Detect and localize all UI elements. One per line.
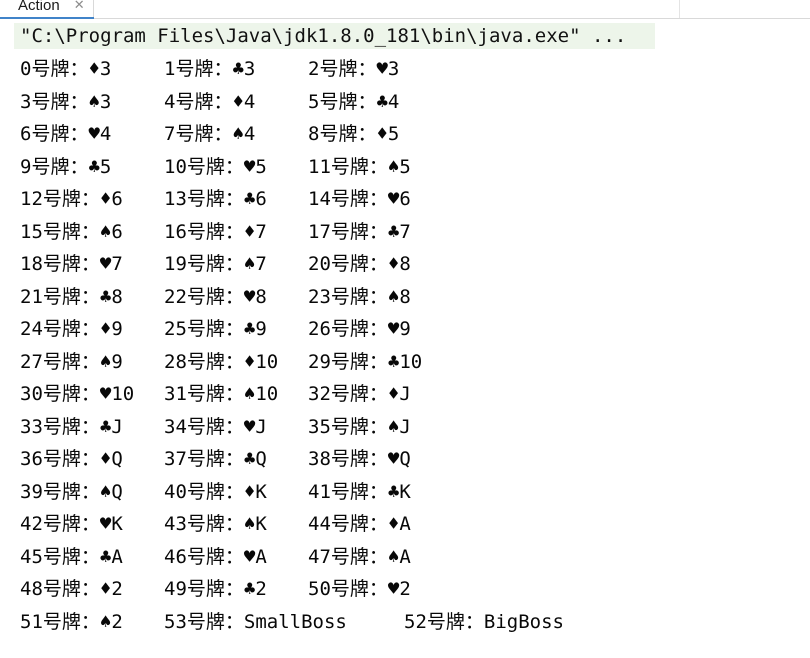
output-row: 27号牌：♠9 28号牌：♦10 29号牌：♣10 [20,349,810,382]
card-entry: 28号牌：♦10 [164,350,279,373]
card-entry: 43号牌：♠K [164,513,267,535]
card-entry: 32号牌：♦J [308,383,411,405]
card-entry: 40号牌：♦K [164,480,267,503]
card-entry: 51号牌：♠2 [20,610,123,633]
card-entry: 14号牌：♥6 [308,188,411,210]
output-lines: 0号牌：♦3 1号牌：♣3 2号牌：♥3 3号牌：♠3 4号牌：♦4 5号牌：♣4 6号牌：… [20,56,810,641]
card-entry: 44号牌：♦A [308,513,411,535]
card-entry: 53号牌：SmallBoss [164,610,347,633]
output-row: 42号牌：♥K 43号牌：♠K 44号牌：♦A [20,511,810,544]
card-entry: 35号牌：♠J [308,415,411,438]
card-entry: 6号牌：♥4 [20,123,112,145]
card-entry: 25号牌：♣9 [164,318,267,340]
card-entry: 34号牌：♥J [164,415,267,438]
card-entry: 15号牌：♠6 [20,220,123,243]
card-entry: 27号牌：♠9 [20,350,123,373]
card-entry: 9号牌：♣5 [20,155,112,178]
card-entry: 10号牌：♥5 [164,155,267,178]
active-tab-indicator [0,17,94,19]
card-entry: 4号牌：♦4 [164,90,256,113]
card-entry: 33号牌：♣J [20,415,123,438]
card-entry: 37号牌：♣Q [164,448,267,470]
card-entry: 42号牌：♥K [20,513,123,535]
card-entry: 20号牌：♦8 [308,253,411,275]
output-row: 24号牌：♦9 25号牌：♣9 26号牌：♥9 [20,316,810,349]
card-entry: 23号牌：♠8 [308,285,411,308]
card-entry: 8号牌：♦5 [308,123,400,145]
output-row: 48号牌：♦2 49号牌：♣2 50号牌：♥2 [20,576,810,609]
card-entry: 38号牌：♥Q [308,448,411,470]
card-entry: 39号牌：♠Q [20,480,123,503]
card-entry: 16号牌：♦7 [164,220,267,243]
card-entry: 0号牌：♦3 [20,58,112,80]
output-row: 30号牌：♥10 31号牌：♠10 32号牌：♦J [20,381,810,414]
card-entry: 30号牌：♥10 [20,383,135,405]
card-entry: 24号牌：♦9 [20,318,123,340]
output-row: 21号牌：♣8 22号牌：♥8 23号牌：♠8 [20,284,810,317]
output-row: 3号牌：♠3 4号牌：♦4 5号牌：♣4 [20,89,810,122]
output-row: 18号牌：♥7 19号牌：♠7 20号牌：♦8 [20,251,810,284]
output-row: 36号牌：♦Q 37号牌：♣Q 38号牌：♥Q [20,446,810,479]
card-entry: 31号牌：♠10 [164,383,279,405]
card-entry: 13号牌：♣6 [164,188,267,210]
card-entry: 48号牌：♦2 [20,578,123,600]
run-tool-window-tabbar: Action ✕ [0,0,810,19]
card-entry: 22号牌：♥8 [164,285,267,308]
card-entry: 49号牌：♣2 [164,578,267,600]
card-entry: 21号牌：♣8 [20,285,123,308]
card-entry: 45号牌：♣A [20,545,123,568]
output-row: 0号牌：♦3 1号牌：♣3 2号牌：♥3 [20,56,810,89]
tab-action-label: Action [18,0,60,14]
card-entry: 1号牌：♣3 [164,58,256,80]
card-entry: 7号牌：♠4 [164,123,256,145]
output-row: 12号牌：♦6 13号牌：♣6 14号牌：♥6 [20,186,810,219]
card-entry: 29号牌：♣10 [308,350,423,373]
card-entry: 5号牌：♣4 [308,90,400,113]
card-entry: 46号牌：♥A [164,545,267,568]
card-entry: 3号牌：♠3 [20,90,112,113]
card-entry: 36号牌：♦Q [20,448,123,470]
card-entry: 11号牌：♠5 [308,155,411,178]
card-entry: 2号牌：♥3 [308,58,400,80]
output-row: 15号牌：♠6 16号牌：♦7 17号牌：♣7 [20,219,810,252]
output-row: 6号牌：♥4 7号牌：♠4 8号牌：♦5 [20,121,810,154]
card-entry: 17号牌：♣7 [308,220,411,243]
tab-action[interactable]: Action ✕ [0,0,94,19]
command-line[interactable]: "C:\Program Files\Java\jdk1.8.0_181\bin\… [14,23,655,49]
output-row: 39号牌：♠Q 40号牌：♦K 41号牌：♣K [20,479,810,512]
output-row: 51号牌：♠2 53号牌：SmallBoss 52号牌：BigBoss [20,609,810,642]
card-entry: 50号牌：♥2 [308,578,411,600]
output-row: 33号牌：♣J 34号牌：♥J 35号牌：♠J [20,414,810,447]
close-icon[interactable]: ✕ [74,0,85,13]
card-entry: 12号牌：♦6 [20,188,123,210]
card-entry: 19号牌：♠7 [164,253,267,275]
card-entry: 52号牌：BigBoss [404,610,564,633]
card-entry: 26号牌：♥9 [308,318,411,340]
card-entry: 47号牌：♠A [308,545,411,568]
card-entry: 41号牌：♣K [308,480,411,503]
output-row: 9号牌：♣5 10号牌：♥5 11号牌：♠5 [20,154,810,187]
tabbar-divider [679,0,680,18]
output-row: 45号牌：♣A 46号牌：♥A 47号牌：♠A [20,544,810,577]
card-entry: 18号牌：♥7 [20,253,123,275]
